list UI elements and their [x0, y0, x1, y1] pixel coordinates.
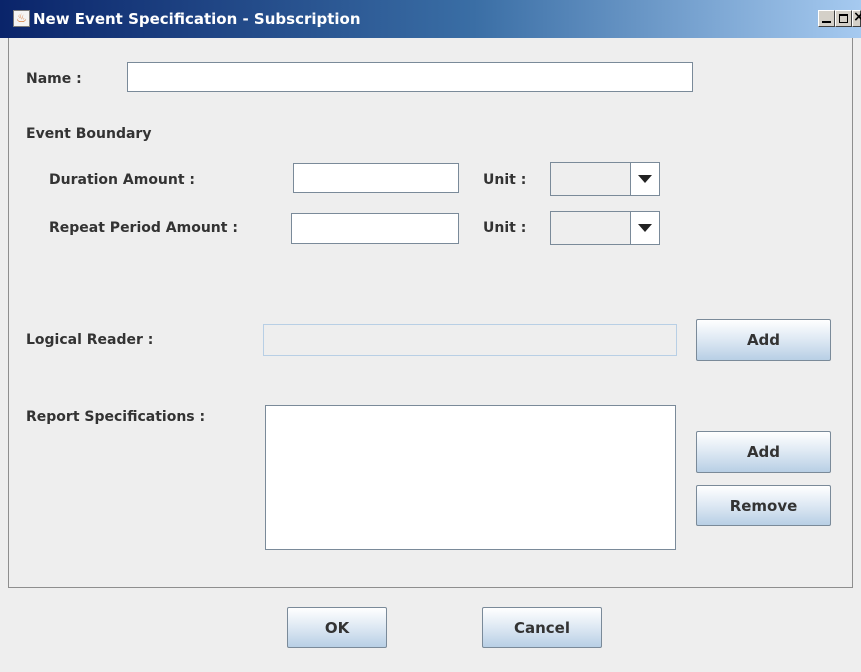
- name-label: Name :: [26, 71, 82, 87]
- chevron-down-icon[interactable]: [631, 163, 659, 195]
- chevron-down-icon[interactable]: [631, 212, 659, 244]
- close-button[interactable]: ×: [852, 9, 861, 27]
- report-specifications-label: Report Specifications :: [26, 409, 206, 425]
- logical-reader-label: Logical Reader :: [26, 332, 154, 348]
- ok-button[interactable]: OK: [287, 607, 387, 648]
- report-specifications-remove-button[interactable]: Remove: [696, 485, 831, 526]
- close-icon: ×: [853, 9, 861, 25]
- dialog-window: ♨ New Event Specification - Subscription…: [0, 0, 861, 672]
- name-input[interactable]: [127, 62, 693, 92]
- report-specifications-add-button[interactable]: Add: [696, 431, 831, 473]
- duration-unit-value: [551, 163, 631, 195]
- repeat-unit-value: [551, 212, 631, 244]
- duration-amount-input[interactable]: [293, 163, 459, 193]
- form-panel: Name : Event Boundary Duration Amount : …: [8, 38, 853, 588]
- java-cup-icon: ♨: [13, 10, 30, 27]
- minimize-button[interactable]: [818, 10, 835, 27]
- title-bar[interactable]: ♨ New Event Specification - Subscription…: [0, 0, 861, 38]
- maximize-button[interactable]: [835, 10, 852, 27]
- logical-reader-add-button[interactable]: Add: [696, 319, 831, 361]
- logical-reader-input: [263, 324, 677, 356]
- repeat-unit-label: Unit :: [483, 220, 527, 236]
- duration-unit-select[interactable]: [550, 162, 660, 196]
- event-boundary-heading: Event Boundary: [26, 126, 152, 142]
- window-title: New Event Specification - Subscription: [33, 10, 361, 28]
- duration-amount-label: Duration Amount :: [49, 172, 196, 188]
- duration-unit-label: Unit :: [483, 172, 527, 188]
- repeat-period-input[interactable]: [291, 213, 459, 244]
- report-specifications-list[interactable]: [265, 405, 676, 550]
- cancel-button[interactable]: Cancel: [482, 607, 602, 648]
- repeat-unit-select[interactable]: [550, 211, 660, 245]
- repeat-period-label: Repeat Period Amount :: [49, 220, 238, 236]
